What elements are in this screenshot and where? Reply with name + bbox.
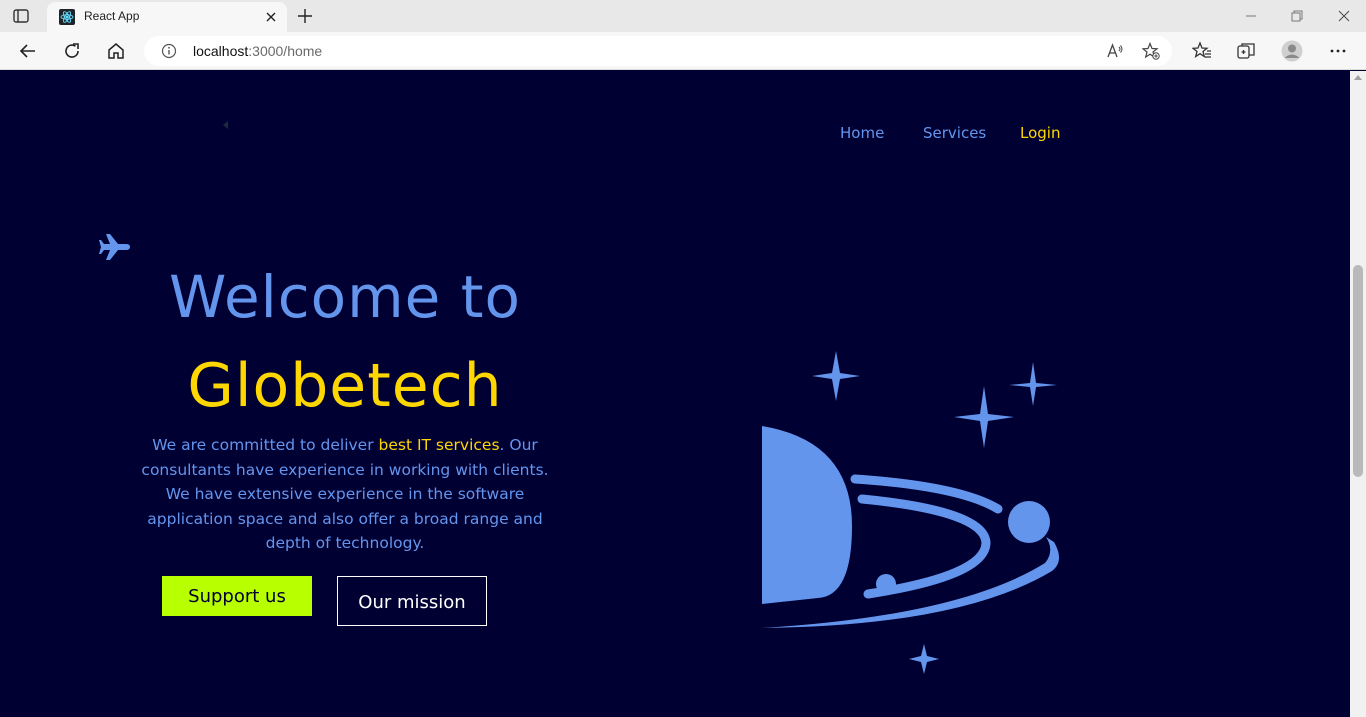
sparkle-icon <box>1009 362 1057 406</box>
close-tab-icon[interactable] <box>264 10 278 24</box>
planet-shape <box>762 426 852 604</box>
browser-toolbar: localhost:3000/home <box>0 32 1366 70</box>
airplane-icon <box>99 234 130 260</box>
more-menu-icon[interactable] <box>1328 41 1348 61</box>
home-icon[interactable] <box>106 41 126 61</box>
page-viewport: Home Services Login Welcome to Globetech… <box>0 71 1366 717</box>
browser-tab[interactable]: React App <box>47 2 287 32</box>
scroll-up-arrow-icon[interactable] <box>1354 75 1362 80</box>
sparkle-icon <box>954 386 1014 448</box>
collapse-caret-icon[interactable] <box>223 121 228 129</box>
moon-shape <box>1008 501 1050 543</box>
address-bar[interactable]: localhost:3000/home <box>144 36 1172 66</box>
collections-icon[interactable] <box>1236 41 1256 61</box>
planet-orbit-illustration <box>762 351 1060 674</box>
nav-link-services[interactable]: Services <box>923 124 986 142</box>
site-info-icon[interactable] <box>161 43 177 59</box>
browser-tab-strip: React App <box>0 0 1366 32</box>
favorites-icon[interactable] <box>1192 41 1212 61</box>
hero-description-highlight: best IT services <box>378 436 500 454</box>
page-scrollbar[interactable] <box>1350 71 1366 717</box>
sparkle-icon <box>812 351 860 401</box>
url-host: localhost <box>193 43 249 59</box>
hero-brand-heading: Globetech <box>187 351 503 421</box>
small-moon-shape <box>876 574 896 594</box>
back-icon[interactable] <box>18 41 38 61</box>
read-aloud-icon[interactable] <box>1106 42 1124 60</box>
nav-link-home[interactable]: Home <box>840 124 884 142</box>
tab-title: React App <box>84 9 140 23</box>
url-path: :3000/home <box>248 43 323 59</box>
restore-icon[interactable] <box>1290 9 1304 23</box>
minimize-icon[interactable] <box>1244 9 1258 23</box>
close-window-icon[interactable] <box>1337 9 1351 23</box>
sparkle-icon <box>909 644 939 674</box>
hero-description: We are committed to deliver best IT serv… <box>136 433 554 556</box>
hero-description-start: We are committed to deliver <box>152 436 379 454</box>
our-mission-button[interactable]: Our mission <box>337 576 487 626</box>
scrollbar-thumb[interactable] <box>1353 265 1363 477</box>
nav-link-login[interactable]: Login <box>1020 124 1060 142</box>
new-tab-icon[interactable] <box>296 7 314 25</box>
reload-icon[interactable] <box>62 41 82 61</box>
profile-avatar-icon[interactable] <box>1281 40 1303 62</box>
hero-welcome-heading: Welcome to <box>169 263 521 331</box>
url-text[interactable]: localhost:3000/home <box>193 43 322 59</box>
add-favorite-icon[interactable] <box>1142 42 1160 60</box>
support-us-button[interactable]: Support us <box>162 576 312 616</box>
tab-actions-icon[interactable] <box>12 7 30 25</box>
react-favicon-icon <box>59 9 75 25</box>
